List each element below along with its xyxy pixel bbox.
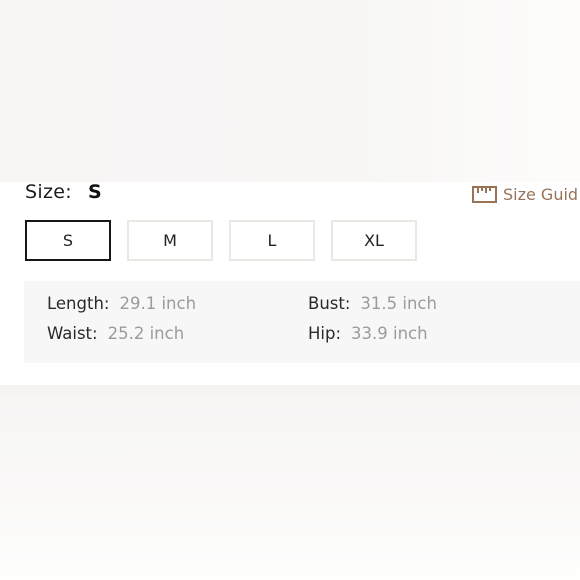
size-option-l[interactable]: L <box>229 220 315 261</box>
measurement-label: Waist: <box>47 324 98 343</box>
ruler-icon <box>472 185 497 203</box>
product-image-bottom <box>0 395 580 580</box>
size-option-m[interactable]: M <box>127 220 213 261</box>
measurement-value: 31.5 inch <box>360 294 437 313</box>
measurement-bust: Bust: 31.5 inch <box>308 294 437 313</box>
selected-size-value: S <box>88 181 102 203</box>
size-measurements: Length: 29.1 inch Bust: 31.5 inch Waist: 25… <box>24 281 580 363</box>
measurement-value: 25.2 inch <box>107 324 185 343</box>
measurement-label: Hip: <box>308 324 342 343</box>
product-image-top <box>0 0 580 182</box>
size-label: Size: <box>25 181 72 203</box>
size-guide-link[interactable]: Size Guid <box>472 182 578 206</box>
measurement-label: Bust: <box>308 294 351 313</box>
section-divider <box>0 385 580 395</box>
measurement-label: Length: <box>47 294 110 313</box>
size-selector-header: Size: S Size Guid <box>25 180 580 208</box>
size-guide-label: Size Guid <box>503 184 579 204</box>
size-option-xl[interactable]: XL <box>331 220 417 261</box>
measurement-hip: Hip: 33.9 inch <box>308 324 428 343</box>
measurement-value: 33.9 inch <box>351 324 428 343</box>
measurement-value: 29.1 inch <box>119 294 197 313</box>
measurement-length: Length: 29.1 inch <box>47 294 196 313</box>
image-fade <box>420 0 580 182</box>
measurement-waist: Waist: 25.2 inch <box>47 324 184 343</box>
size-option-s[interactable]: S <box>25 220 111 261</box>
